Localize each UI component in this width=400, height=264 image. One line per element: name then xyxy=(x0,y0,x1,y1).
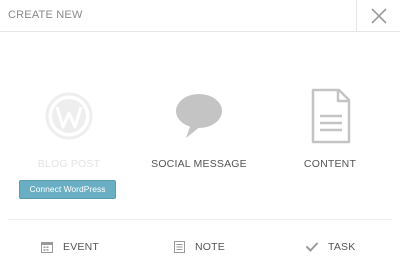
document-icon xyxy=(311,88,351,144)
checkmark-icon xyxy=(306,242,318,252)
option-blog-post-label: BLOG POST xyxy=(37,158,101,170)
close-icon xyxy=(371,8,387,24)
create-task-button[interactable]: TASK xyxy=(306,239,355,255)
task-label: TASK xyxy=(328,241,356,253)
connect-wordpress-button[interactable]: Connect WordPress xyxy=(19,180,116,199)
option-social-message[interactable]: SOCIAL MESSAGE xyxy=(139,86,259,170)
calendar-icon xyxy=(41,242,53,253)
event-label: EVENT xyxy=(63,241,100,253)
option-social-message-label: SOCIAL MESSAGE xyxy=(151,158,247,170)
note-icon xyxy=(174,241,185,253)
create-note-button[interactable]: NOTE xyxy=(174,239,225,255)
divider xyxy=(8,219,392,220)
speech-bubble-icon xyxy=(176,94,222,138)
option-blog-post[interactable]: BLOG POST xyxy=(9,86,129,170)
create-event-button[interactable]: EVENT xyxy=(41,239,99,255)
option-content-label: CONTENT xyxy=(303,158,357,170)
note-label: NOTE xyxy=(195,241,225,253)
close-button[interactable] xyxy=(356,0,400,32)
dialog-header: CREATE NEW xyxy=(0,0,400,32)
wordpress-icon xyxy=(45,92,93,140)
option-content[interactable]: CONTENT xyxy=(270,86,390,170)
dialog-title: CREATE NEW xyxy=(8,9,83,21)
